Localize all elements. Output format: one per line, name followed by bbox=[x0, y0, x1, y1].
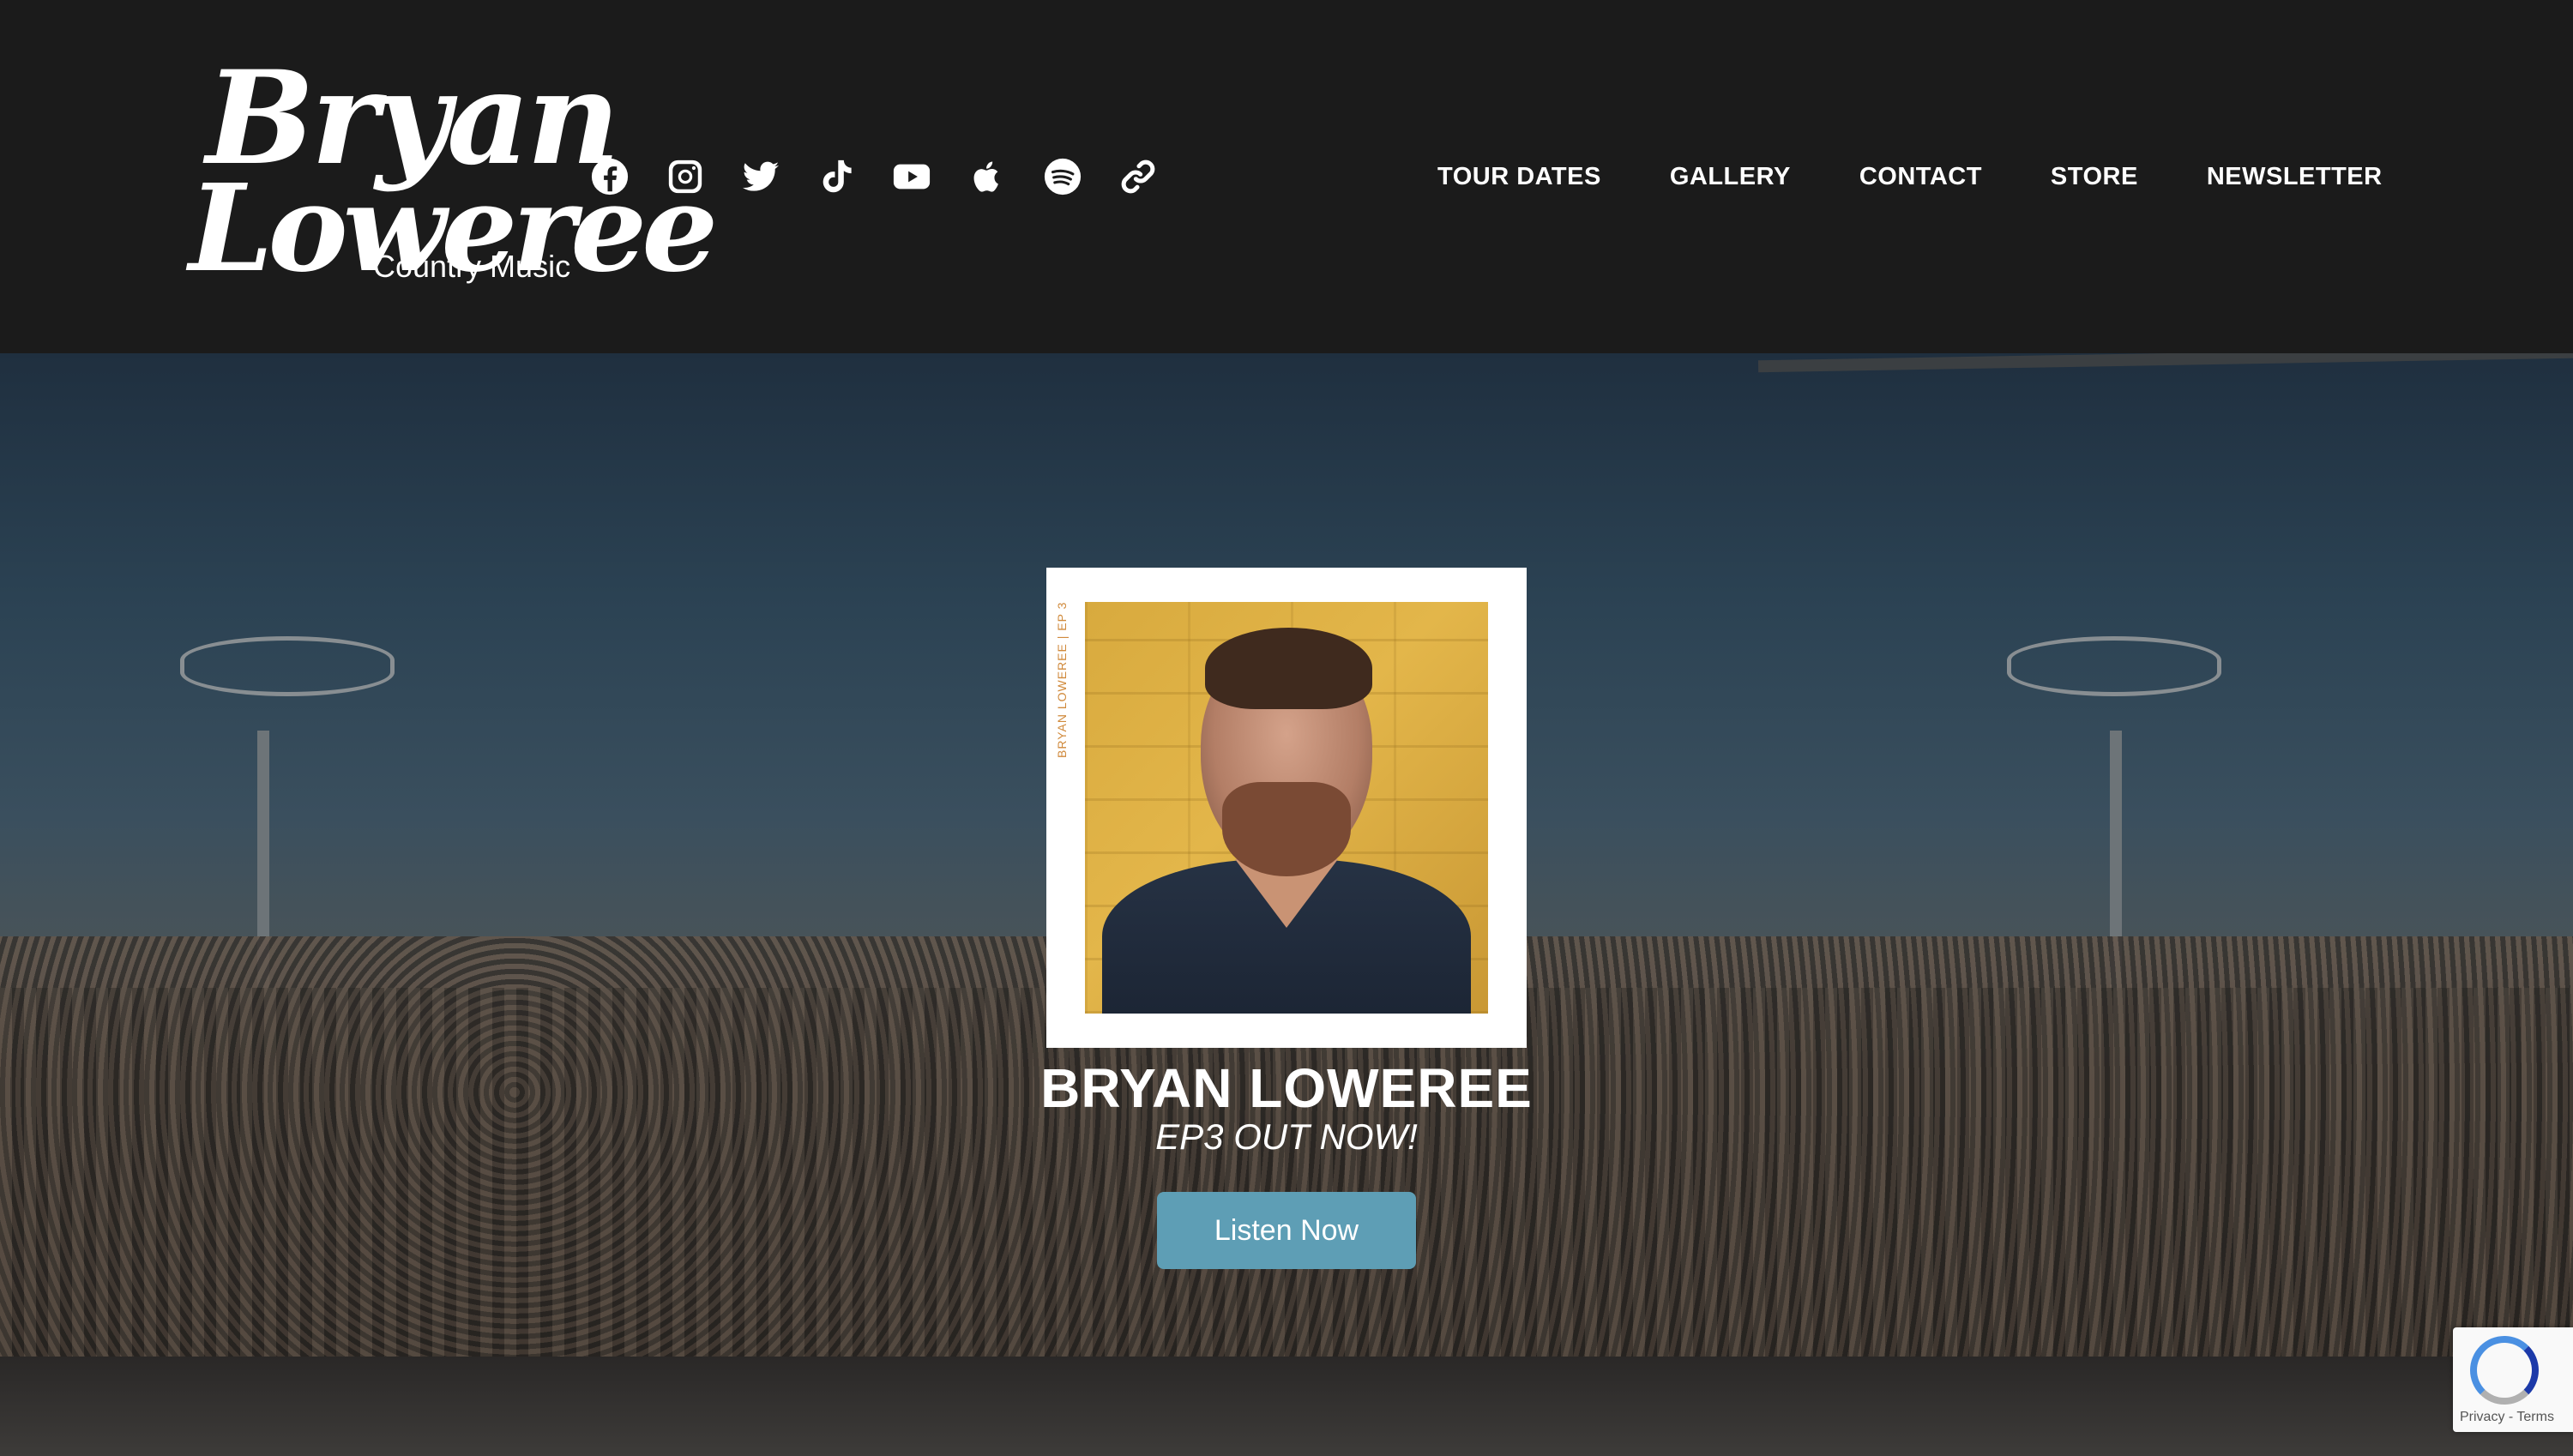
site-header: Bryan Loweree Country Music TOUR DATES G… bbox=[0, 0, 2573, 353]
recaptcha-links[interactable]: Privacy - Terms bbox=[2460, 1410, 2554, 1425]
facebook-icon[interactable] bbox=[590, 153, 666, 201]
twitter-icon[interactable] bbox=[741, 153, 816, 201]
artist-hair bbox=[1205, 628, 1372, 709]
main-nav: TOUR DATES GALLERY CONTACT STORE NEWSLET… bbox=[1437, 159, 2383, 194]
nav-store[interactable]: STORE bbox=[2051, 159, 2138, 194]
artist-photo bbox=[1085, 602, 1488, 1014]
stage-floor bbox=[0, 1357, 2573, 1456]
site-logo[interactable]: Bryan Loweree Country Music bbox=[180, 43, 718, 317]
nav-tour-dates[interactable]: TOUR DATES bbox=[1437, 159, 1601, 194]
instagram-icon[interactable] bbox=[666, 153, 741, 201]
social-links bbox=[590, 153, 1194, 201]
hero-section: BRYAN LOWEREE | EP 3 BRYAN LOWEREE EP3 O… bbox=[0, 353, 2573, 1456]
link-icon[interactable] bbox=[1118, 153, 1194, 201]
spotify-icon[interactable] bbox=[1043, 153, 1118, 201]
nav-gallery[interactable]: GALLERY bbox=[1670, 159, 1791, 194]
artist-beard bbox=[1222, 782, 1351, 876]
album-cover[interactable]: BRYAN LOWEREE | EP 3 bbox=[1046, 568, 1527, 1048]
release-tagline: EP3 OUT NOW! bbox=[1155, 1116, 1418, 1157]
light-tower-right-head bbox=[2007, 636, 2221, 696]
light-tower-left-head bbox=[180, 636, 395, 696]
logo-subtitle: Country Music bbox=[373, 249, 571, 284]
apple-icon[interactable] bbox=[967, 153, 1043, 201]
artist-name-heading: BRYAN LOWEREE bbox=[1040, 1057, 1533, 1119]
album-side-text: BRYAN LOWEREE | EP 3 bbox=[1055, 602, 1069, 759]
tiktok-icon[interactable] bbox=[816, 153, 892, 201]
stage-truss bbox=[1757, 353, 2573, 373]
nav-contact[interactable]: CONTACT bbox=[1859, 159, 1982, 194]
youtube-icon[interactable] bbox=[892, 153, 967, 201]
recaptcha-icon bbox=[2470, 1336, 2539, 1405]
listen-now-button[interactable]: Listen Now bbox=[1157, 1192, 1416, 1269]
nav-newsletter[interactable]: NEWSLETTER bbox=[2207, 159, 2383, 194]
recaptcha-badge[interactable]: Privacy - Terms bbox=[2453, 1327, 2573, 1432]
